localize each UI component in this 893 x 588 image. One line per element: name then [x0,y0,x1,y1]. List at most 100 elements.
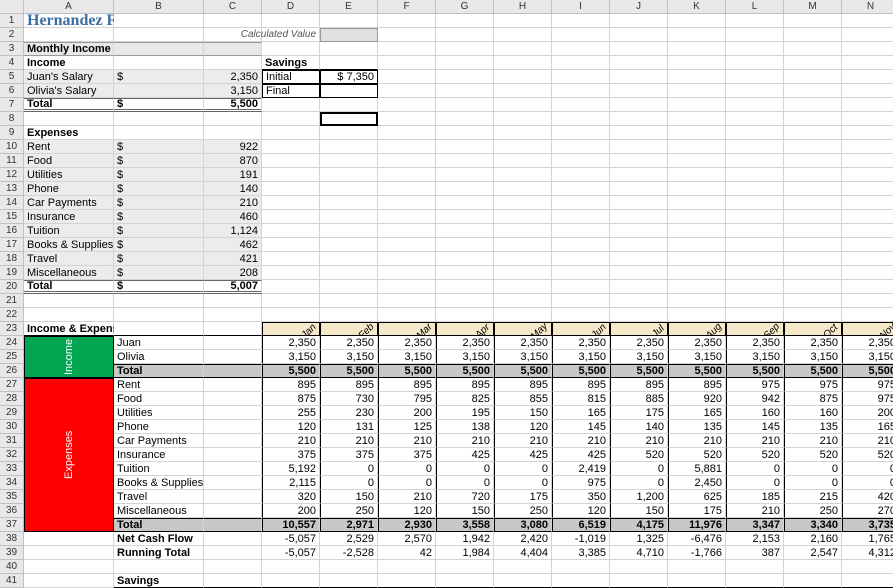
cell-E7[interactable] [320,98,378,112]
expense-val-1[interactable]: 870 [204,154,262,168]
table-exp-8-3[interactable]: 720 [436,490,494,504]
cell-M13[interactable] [784,182,842,196]
table-exp-0-10[interactable]: 975 [842,378,893,392]
month-header-jun[interactable]: Jun [552,322,610,336]
col-header-I[interactable]: I [552,0,610,14]
spreadsheet-grid[interactable]: ABCDEFGHIJKLMNO1Hernandez Family Budget2… [0,0,893,588]
table-exp-2-3[interactable]: 195 [436,406,494,420]
table-exp-0-7[interactable]: 895 [668,378,726,392]
row-header-21[interactable]: 21 [0,294,24,308]
cell-L12[interactable] [726,168,784,182]
expense-val-8[interactable]: 421 [204,252,262,266]
table-exp-1-0[interactable]: 875 [262,392,320,406]
cell-A21[interactable] [24,294,114,308]
month-header-aug[interactable]: Aug [668,322,726,336]
cell-K17[interactable] [668,238,726,252]
cell-D9[interactable] [262,126,320,140]
cell-N12[interactable] [842,168,893,182]
table-income-0-4[interactable]: 2,350 [494,336,552,350]
cell-C9[interactable] [204,126,262,140]
cell-E18[interactable] [320,252,378,266]
cell-N1[interactable] [842,14,893,28]
row-header-22[interactable]: 22 [0,308,24,322]
table-exp-label-7[interactable]: Books & Supplies [114,476,204,490]
cell-J8[interactable] [610,112,668,126]
cell-N5[interactable] [842,70,893,84]
cell-M2[interactable] [784,28,842,42]
table-exp-5-8[interactable]: 520 [726,448,784,462]
table-income-1-6[interactable]: 3,150 [610,350,668,364]
table-income-1-2[interactable]: 3,150 [378,350,436,364]
cell-I12[interactable] [552,168,610,182]
expenses-total-label[interactable]: Total [24,280,114,294]
cell-C36[interactable] [204,504,262,518]
cell-M1[interactable] [784,14,842,28]
cell-M14[interactable] [784,196,842,210]
cell-H40[interactable] [494,560,552,574]
col-header-H[interactable]: H [494,0,552,14]
cell-B17[interactable]: $ [114,238,204,252]
running-3[interactable]: 1,984 [436,546,494,560]
cell-M19[interactable] [784,266,842,280]
running-1[interactable]: -2,528 [320,546,378,560]
cell-I14[interactable] [552,196,610,210]
row-header-38[interactable]: 38 [0,532,24,546]
cell-N41[interactable] [842,574,893,588]
table-exp-label-6[interactable]: Tuition [114,462,204,476]
table-exp-5-4[interactable]: 425 [494,448,552,462]
cell-I20[interactable] [552,280,610,294]
table-exp-9-2[interactable]: 120 [378,504,436,518]
table-income-1-7[interactable]: 3,150 [668,350,726,364]
cell-L2[interactable] [726,28,784,42]
selected-cell[interactable] [320,112,378,126]
row-header-24[interactable]: 24 [0,336,24,350]
cell-M18[interactable] [784,252,842,266]
cell-B3[interactable] [114,42,204,56]
cell-C4[interactable] [204,56,262,70]
table-exp-0-6[interactable]: 895 [610,378,668,392]
table-exp-10-6[interactable]: 4,175 [610,518,668,532]
table-income-2-6[interactable]: 5,500 [610,364,668,378]
table-exp-8-0[interactable]: 320 [262,490,320,504]
cell-J16[interactable] [610,224,668,238]
col-header-F[interactable]: F [378,0,436,14]
cell-N14[interactable] [842,196,893,210]
table-exp-3-6[interactable]: 140 [610,420,668,434]
table-income-2-1[interactable]: 5,500 [320,364,378,378]
table-exp-8-4[interactable]: 175 [494,490,552,504]
cell-L21[interactable] [726,294,784,308]
cell-H22[interactable] [494,308,552,322]
table-income-0-6[interactable]: 2,350 [610,336,668,350]
cell-K15[interactable] [668,210,726,224]
row-header-12[interactable]: 12 [0,168,24,182]
table-income-0-5[interactable]: 2,350 [552,336,610,350]
cell-C37[interactable] [204,518,262,532]
expense-val-5[interactable]: 460 [204,210,262,224]
cell-B10[interactable]: $ [114,140,204,154]
cell-N21[interactable] [842,294,893,308]
month-header-may[interactable]: May [494,322,552,336]
table-exp-1-6[interactable]: 885 [610,392,668,406]
cell-G1[interactable] [436,14,494,28]
cell-M41[interactable] [784,574,842,588]
cell-A38[interactable] [24,532,114,546]
cell-F41[interactable] [378,574,436,588]
cell-B11[interactable]: $ [114,154,204,168]
table-exp-6-7[interactable]: 5,881 [668,462,726,476]
table-exp-5-7[interactable]: 520 [668,448,726,462]
cell-F22[interactable] [378,308,436,322]
expense-label-0[interactable]: Rent [24,140,114,154]
cell-F40[interactable] [378,560,436,574]
cell-L18[interactable] [726,252,784,266]
cell-K22[interactable] [668,308,726,322]
expense-val-7[interactable]: 462 [204,238,262,252]
cell-E14[interactable] [320,196,378,210]
income-total-val[interactable]: 5,500 [204,98,262,112]
table-exp-label-3[interactable]: Phone [114,420,204,434]
col-header-E[interactable]: E [320,0,378,14]
cell-L9[interactable] [726,126,784,140]
cell-H2[interactable] [494,28,552,42]
running-8[interactable]: 387 [726,546,784,560]
cell-I4[interactable] [552,56,610,70]
table-exp-1-9[interactable]: 875 [784,392,842,406]
